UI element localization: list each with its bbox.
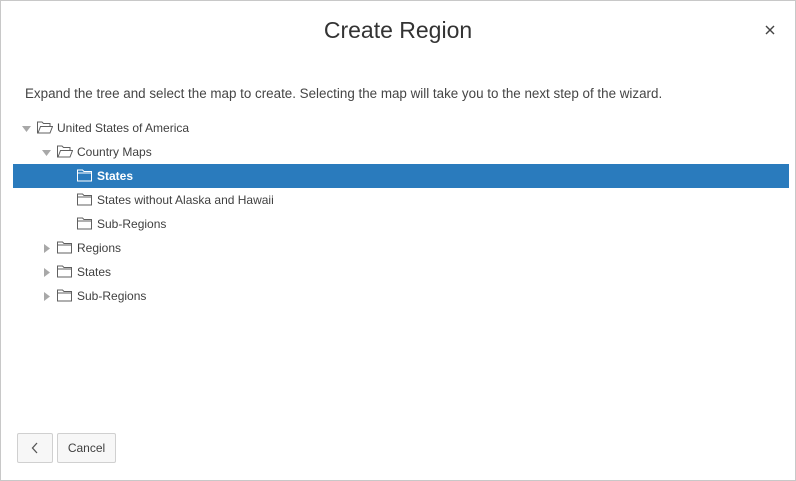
expanded-toggle-icon[interactable] [41,147,51,157]
expanded-toggle-icon[interactable] [21,123,31,133]
tree-node-label: Sub-Regions [97,217,167,231]
tree-node[interactable]: Regions [13,236,789,260]
tree-node[interactable]: Sub-Regions [13,212,789,236]
collapsed-toggle-icon[interactable] [41,243,51,253]
folder-open-icon [57,145,74,158]
tree-node[interactable]: States [13,260,789,284]
tree-node[interactable]: States [13,164,789,188]
collapsed-toggle-icon[interactable] [41,291,51,301]
collapsed-toggle-icon[interactable] [41,267,51,277]
folder-icon [57,265,73,278]
tree-node-label: Country Maps [77,145,152,159]
cancel-button[interactable]: Cancel [57,433,116,463]
tree-node-label: States [97,169,134,183]
folder-open-icon [37,121,54,134]
folder-icon [57,289,73,302]
tree-node-label: Regions [77,241,122,255]
dialog-body: Expand the tree and select the map to cr… [1,63,795,423]
tree-node[interactable]: Sub-Regions [13,284,789,308]
tree-node[interactable]: United States of America [13,116,789,140]
chevron-left-icon [31,442,38,454]
tree-node[interactable]: Country Maps [13,140,789,164]
dialog-title: Create Region [323,17,473,43]
tree-node-label: United States of America [57,121,190,135]
folder-icon [77,193,93,206]
create-region-dialog: Create Region Expand the tree and select… [0,0,796,481]
tree-node-label: States without Alaska and Hawaii [97,193,274,207]
dialog-footer: Cancel [1,423,795,480]
back-button[interactable] [17,433,53,463]
folder-icon [77,217,93,230]
folder-icon [77,169,93,182]
folder-icon [57,241,73,254]
dialog-header: Create Region [1,1,795,63]
close-button[interactable] [761,21,779,39]
instruction-text: Expand the tree and select the map to cr… [25,86,663,101]
tree-node-label: States [77,265,112,279]
tree-node-label: Sub-Regions [77,289,147,303]
close-icon [765,25,775,35]
tree-node[interactable]: States without Alaska and Hawaii [13,188,789,212]
